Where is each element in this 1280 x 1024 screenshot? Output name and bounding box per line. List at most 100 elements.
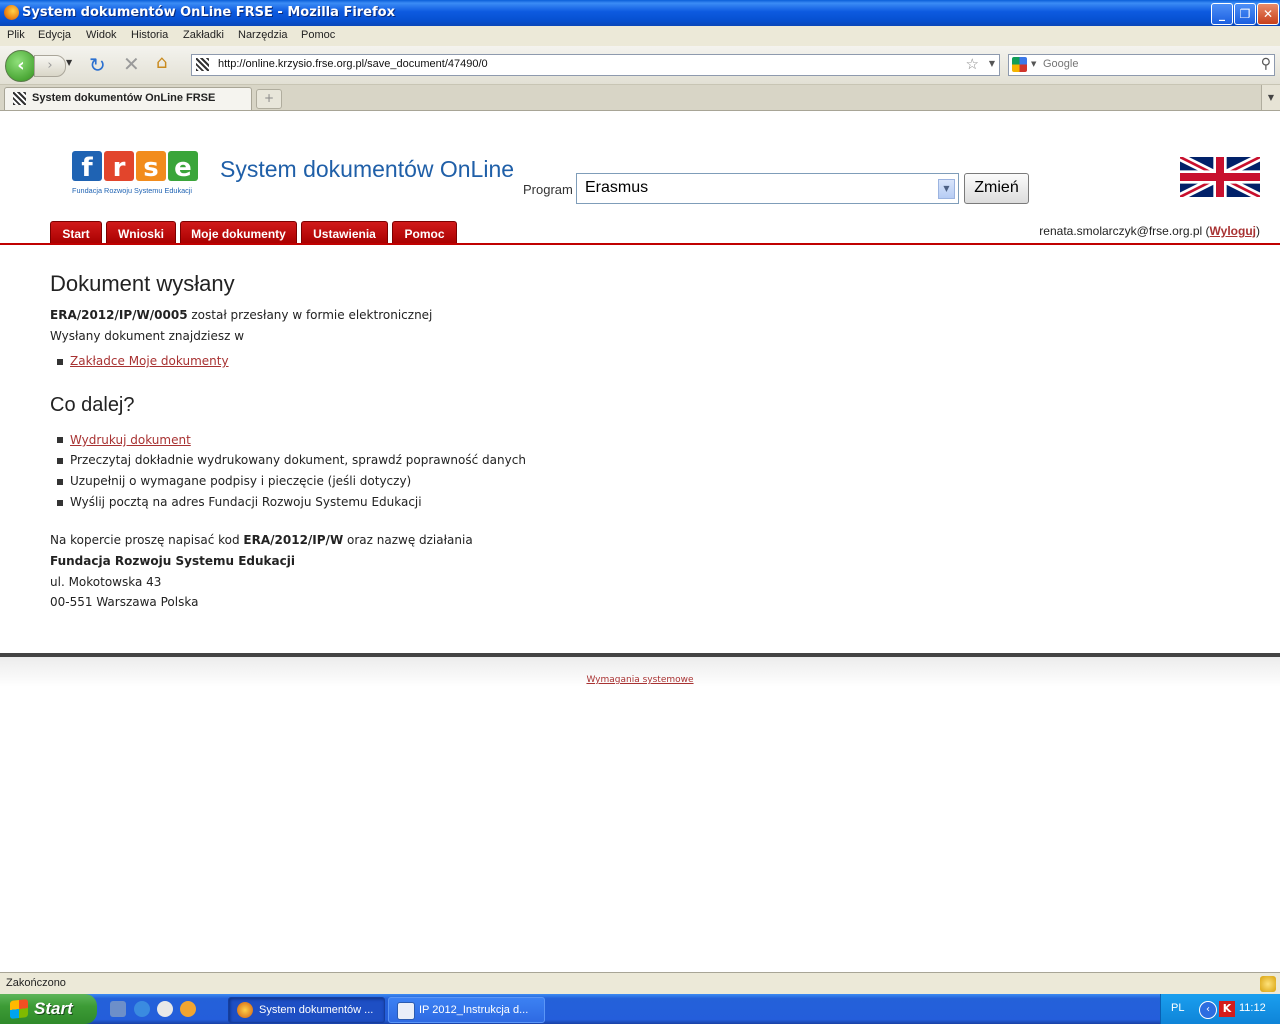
menu-historia[interactable]: Historia (131, 29, 168, 41)
quicklaunch-ie-icon[interactable] (134, 1001, 150, 1017)
firefox-icon (237, 1002, 253, 1018)
nav-underline (0, 243, 1280, 245)
search-box[interactable]: ▼ ⚲ (1008, 54, 1275, 76)
user-info: renata.smolarczyk@frse.org.pl (Wyloguj) (1039, 224, 1260, 238)
user-email: renata.smolarczyk@frse.org.pl (1039, 224, 1203, 238)
menu-pomoc[interactable]: Pomoc (301, 29, 335, 41)
step-item: Wydrukuj dokument (70, 433, 191, 447)
envelope-suffix: oraz nazwę działania (343, 533, 473, 547)
envelope-code: ERA/2012/IP/W (243, 533, 344, 547)
new-tab-icon[interactable]: + (256, 89, 282, 109)
taskbar-item-label: System dokumentów ... (259, 1004, 374, 1016)
menu-plik[interactable]: Plik (7, 29, 25, 41)
taskbar: Start System dokumentów ... IP 2012_Inst… (0, 994, 1280, 1024)
address-city: 00-551 Warszawa Polska (50, 595, 199, 609)
quicklaunch-firefox-icon[interactable] (180, 1001, 196, 1017)
tab-favicon-icon (13, 92, 26, 105)
home-icon[interactable]: ⌂ (156, 54, 167, 72)
sent-message: ERA/2012/IP/W/0005 został przesłany w fo… (50, 308, 432, 322)
url-dropdown-icon[interactable]: ▼ (989, 59, 995, 68)
browser-tab-active[interactable]: System dokumentów OnLine FRSE (4, 87, 252, 110)
forward-arrow-icon[interactable]: › (34, 55, 66, 77)
quicklaunch-explorer-icon[interactable] (110, 1001, 126, 1017)
chevron-down-icon[interactable]: ▼ (938, 179, 955, 199)
svg-text:f: f (81, 153, 93, 183)
reload-icon[interactable]: ↻ (89, 55, 106, 75)
page-title: Dokument wysłany (50, 271, 235, 296)
address-street: ul. Mokotowska 43 (50, 575, 162, 589)
nav-tab-start[interactable]: Start (50, 221, 102, 244)
program-select[interactable]: Erasmus ▼ (576, 173, 959, 204)
menu-edycja[interactable]: Edycja (38, 29, 71, 41)
addon-icon[interactable] (1260, 976, 1276, 992)
windows-logo-icon (10, 999, 28, 1019)
nav-tab-wnioski[interactable]: Wnioski (106, 221, 176, 244)
search-input[interactable] (1043, 57, 1243, 71)
quicklaunch-media-icon[interactable] (157, 1001, 173, 1017)
change-program-button[interactable]: Zmień (964, 173, 1029, 204)
nav-tab-moje-dokumenty[interactable]: Moje dokumenty (180, 221, 297, 244)
sent-text: został przesłany w formie elektronicznej (187, 308, 433, 322)
logo-tagline: Fundacja Rozwoju Systemu Edukacji (72, 186, 192, 195)
window-titlebar: System dokumentów OnLine FRSE - Mozilla … (0, 0, 1280, 26)
nav-tab-pomoc[interactable]: Pomoc (392, 221, 457, 244)
print-document-link[interactable]: Wydrukuj dokument (70, 433, 191, 447)
envelope-prefix: Na kopercie proszę napisać kod (50, 533, 244, 547)
next-steps-heading: Co dalej? (50, 394, 135, 416)
nav-tab-ustawienia[interactable]: Ustawienia (301, 221, 388, 244)
my-documents-link[interactable]: Zakładce Moje dokumenty (70, 354, 229, 368)
step-item: Uzupełnij o wymagane podpisy i pieczęcie… (70, 474, 412, 488)
close-icon[interactable]: ✕ (1257, 3, 1279, 25)
svg-text:r: r (113, 153, 126, 183)
search-icon[interactable]: ⚲ (1261, 56, 1271, 72)
bullet-icon (57, 479, 63, 485)
tab-list-icon[interactable]: ▼ (1261, 85, 1280, 110)
window-title: System dokumentów OnLine FRSE - Mozilla … (22, 5, 395, 20)
google-engine-icon[interactable] (1012, 57, 1027, 72)
word-document-icon (397, 1002, 415, 1020)
restore-icon[interactable]: ❐ (1234, 3, 1256, 25)
my-documents-item: Zakładce Moje dokumenty (70, 354, 229, 368)
step-item: Wyślij pocztą na adres Fundacji Rozwoju … (70, 495, 422, 509)
status-bar: Zakończono (0, 972, 1280, 995)
stop-icon[interactable]: ✕ (123, 54, 140, 74)
step-item: Przeczytaj dokładnie wydrukowany dokumen… (70, 453, 526, 467)
tab-title: System dokumentów OnLine FRSE (32, 92, 216, 104)
system-tray: PL ‹ K 11:12 (1160, 994, 1280, 1024)
antivirus-icon[interactable]: K (1219, 1001, 1235, 1017)
minimize-icon[interactable]: _ (1211, 3, 1233, 25)
taskbar-item-firefox[interactable]: System dokumentów ... (228, 997, 385, 1023)
program-label: Program (523, 182, 573, 197)
address-bar[interactable]: http://online.krzysio.frse.org.pl/save_d… (191, 54, 1000, 76)
system-requirements-link[interactable]: Wymagania systemowe (586, 675, 693, 685)
english-flag-icon[interactable] (1180, 157, 1260, 197)
logout-link[interactable]: Wyloguj (1210, 224, 1256, 238)
frse-logo: f r s e Fundacja Rozwoju Systemu Edukacj… (72, 151, 198, 195)
menu-zakladki[interactable]: Zakładki (183, 29, 224, 41)
menu-widok[interactable]: Widok (86, 29, 117, 41)
logout-paren-close: ) (1256, 224, 1260, 238)
bullet-icon (57, 500, 63, 506)
menu-bar: Plik Edycja Widok Historia Zakładki Narz… (0, 26, 1280, 46)
document-code: ERA/2012/IP/W/0005 (50, 308, 188, 322)
web-page: f r s e Fundacja Rozwoju Systemu Edukacj… (0, 111, 1280, 972)
taskbar-item-word[interactable]: IP 2012_Instrukcja d... (388, 997, 545, 1023)
footer-links: Wymagania systemowe (0, 675, 1280, 685)
envelope-instruction: Na kopercie proszę napisać kod ERA/2012/… (50, 533, 473, 547)
taskbar-item-label: IP 2012_Instrukcja d... (419, 1004, 529, 1016)
firefox-icon (4, 5, 19, 20)
program-select-value: Erasmus (585, 179, 649, 196)
menu-narzedzia[interactable]: Narzędzia (238, 29, 288, 41)
status-text: Zakończono (6, 977, 66, 989)
site-favicon-icon (196, 58, 209, 71)
tab-strip: System dokumentów OnLine FRSE + ▼ (0, 85, 1280, 111)
bookmark-star-icon[interactable]: ☆ (966, 55, 979, 73)
bullet-icon (57, 359, 63, 365)
back-arrow-icon[interactable]: ‹ (5, 50, 37, 82)
history-dropdown-icon[interactable]: ▼ (66, 58, 72, 67)
start-button[interactable]: Start (0, 994, 97, 1024)
address-url[interactable]: http://online.krzysio.frse.org.pl/save_d… (218, 58, 488, 70)
language-indicator[interactable]: PL (1171, 1002, 1184, 1014)
tray-arrow-icon[interactable]: ‹ (1199, 1001, 1217, 1019)
engine-dropdown-icon[interactable]: ▼ (1031, 60, 1036, 68)
